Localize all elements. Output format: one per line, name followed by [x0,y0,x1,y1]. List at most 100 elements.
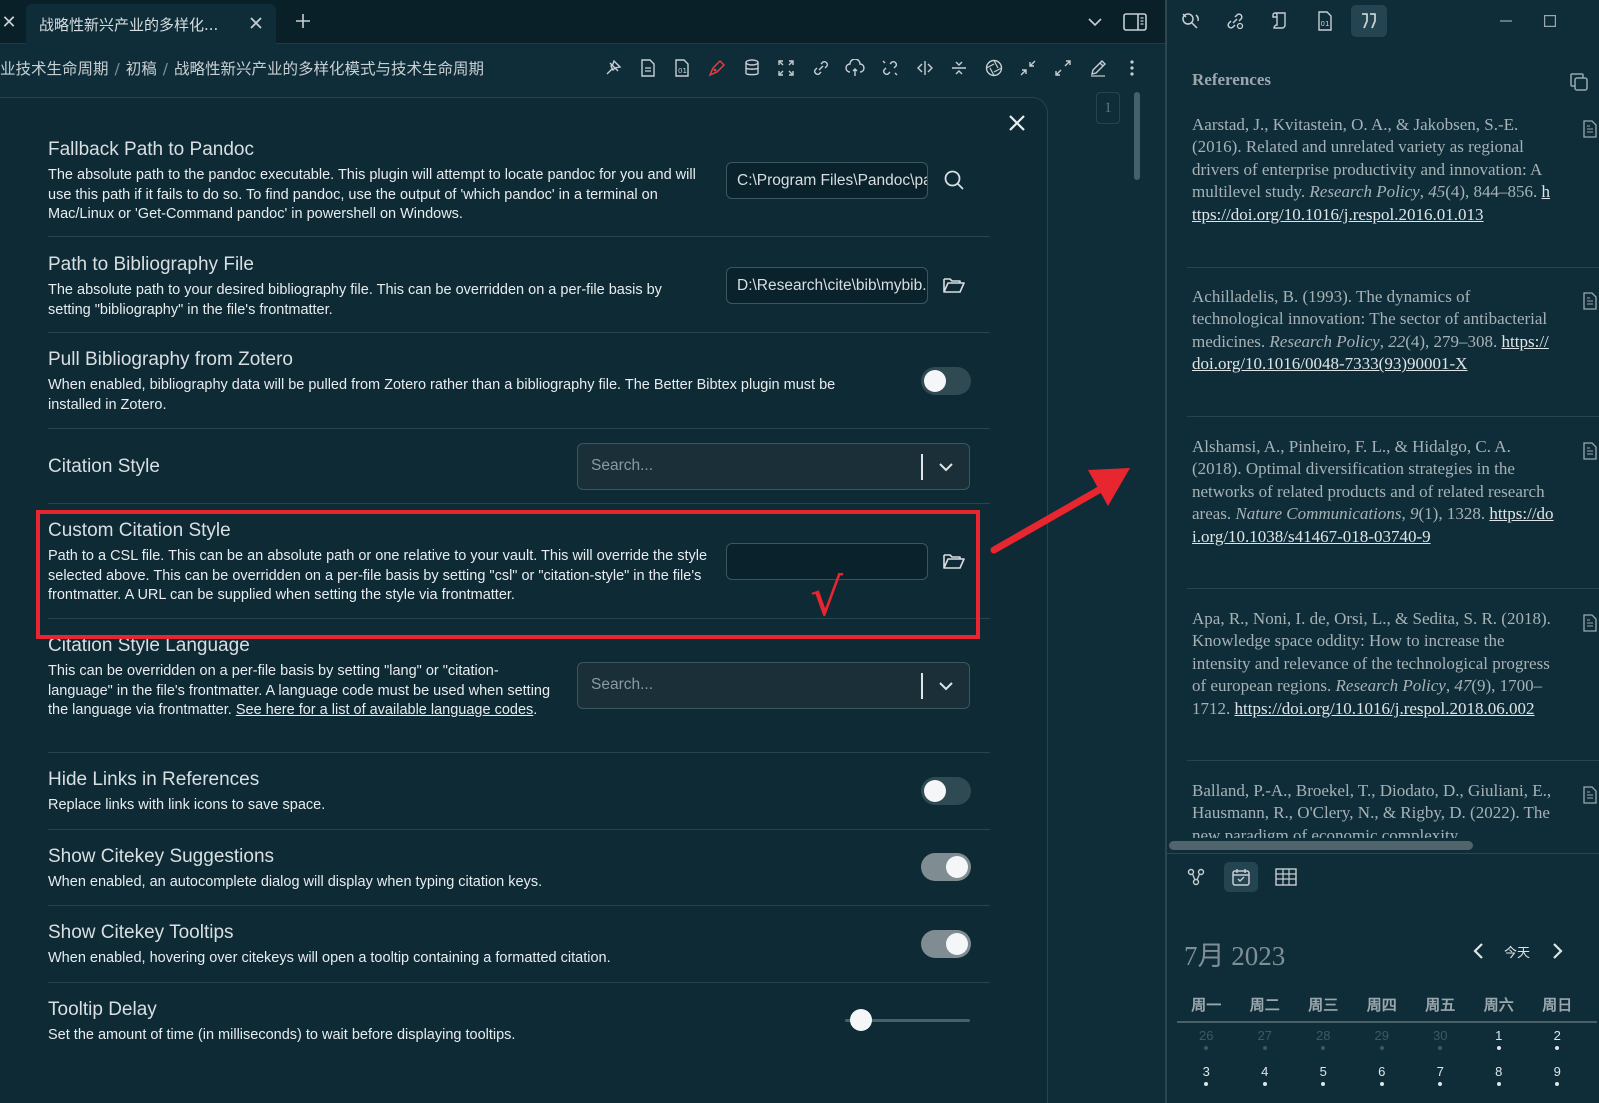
minimize-icon[interactable] [1495,10,1517,32]
reference-entry[interactable]: Apa, R., Noni, I. de, Orsi, L., & Sedita… [1187,608,1599,761]
file-text-icon[interactable] [1580,784,1599,806]
fullscreen-icon[interactable] [769,55,804,81]
tooltips-toggle[interactable] [921,930,971,958]
file-text-icon[interactable] [1580,118,1599,140]
file-text-icon[interactable] [1580,612,1599,634]
calendar-day[interactable]: 3 [1177,1064,1236,1086]
document-icon[interactable] [631,55,666,81]
collapse-icon[interactable] [1011,55,1046,81]
file-text-icon[interactable] [1580,290,1599,312]
cloud-sync-icon[interactable] [838,55,873,81]
weekday-label: 周五 [1425,996,1456,1014]
close-tab-icon[interactable] [246,13,266,33]
calendar-icon[interactable] [1224,862,1258,892]
breadcrumb-item[interactable]: 战略性新兴产业的多样化模式与技术生命周期 [174,60,484,78]
doi-link[interactable]: https://doi.org/10.1016/j.respol.2018.06… [1235,699,1535,718]
close-icon[interactable]: ✕ [0,10,18,34]
export-icon[interactable]: 01 [665,55,700,81]
calendar-day-dot [1321,1046,1326,1050]
calendar-day-number: 7 [1436,1064,1444,1079]
language-codes-link[interactable]: See here for a list of available languag… [236,702,533,718]
calendar-day-number: 9 [1553,1064,1561,1079]
reference-text: Aarstad, J., Kvitastein, O. A., & Jakobs… [1192,115,1551,224]
breadcrumb-item[interactable]: 业技术生命周期 [0,60,109,78]
link-search-icon[interactable] [1217,5,1253,37]
scroll-icon[interactable] [1262,5,1298,37]
sidebar-toggle-icon[interactable] [1122,9,1148,35]
folder-open-icon[interactable] [941,272,967,298]
pandoc-path-input[interactable]: C:\Program Files\Pandoc\pandoc.exe [726,162,928,199]
bibliography-path-input[interactable]: D:\Research\cite\bib\mybib.bib [726,267,928,304]
weekday-label: 周六 [1483,996,1514,1014]
select-placeholder: Search... [591,676,654,693]
quote-icon[interactable] [1351,5,1387,37]
weekday-label: 周四 [1366,996,1397,1014]
setting-name: Fallback Path to Pandoc [48,139,254,160]
calendar-day[interactable]: 8 [1470,1064,1529,1086]
chevron-down-icon[interactable] [935,456,957,478]
calendar-day[interactable]: 7 [1411,1064,1470,1086]
calendar-day[interactable]: 6 [1353,1064,1412,1086]
calendar-day[interactable]: 29 [1353,1028,1412,1050]
pin-icon[interactable] [596,55,631,81]
breadcrumb-item[interactable]: 初稿 [126,60,157,78]
calendar-day-dot [1555,1082,1560,1086]
search-icon[interactable] [941,167,967,193]
calendar-day-dot [1262,1046,1267,1050]
breadcrumb: 业技术生命周期 / 初稿 / 战略性新兴产业的多样化模式与技术生命周期 [0,57,484,79]
file-binary-icon[interactable]: 01 [1307,5,1343,37]
chevron-down-icon[interactable] [935,675,957,697]
citation-style-select[interactable]: Search... [577,443,970,490]
calendar-day[interactable]: 4 [1236,1064,1295,1086]
expand-icon[interactable] [1046,55,1081,81]
hide-links-toggle[interactable] [921,777,971,805]
close-modal-icon[interactable] [1004,110,1030,136]
link-icon[interactable] [804,55,839,81]
references-scrollbar[interactable] [1169,841,1473,850]
chevron-down-icon[interactable] [1083,10,1107,34]
chevron-left-icon[interactable] [1467,940,1489,962]
editor-scrollbar[interactable] [1134,92,1140,180]
calendar-day[interactable]: 2 [1528,1028,1587,1050]
database-icon[interactable] [734,55,769,81]
more-vertical-icon[interactable] [1115,55,1150,81]
reference-entry[interactable]: Aarstad, J., Kvitastein, O. A., & Jakobs… [1187,114,1599,268]
reference-entry[interactable]: Balland, P.-A., Broekel, T., Diodato, D.… [1187,780,1599,838]
maximize-icon[interactable] [1539,10,1561,32]
new-tab-icon[interactable] [290,8,316,34]
slider-handle[interactable] [850,1009,873,1031]
toggle-knob [924,780,946,802]
tab-active[interactable]: 战略性新兴产业的多样化... [26,4,276,44]
chevron-right-icon[interactable] [1547,940,1569,962]
copy-icon[interactable] [1567,70,1591,94]
calendar-day-dot [1496,1082,1501,1086]
setting-name: Show Citekey Suggestions [48,846,275,867]
reference-entry[interactable]: Achilladelis, B. (1993). The dynamics of… [1187,286,1599,417]
graph-icon[interactable] [1179,862,1213,892]
reference-entry[interactable]: Alshamsi, A., Pinheiro, F. L., & Hidalgo… [1187,436,1599,589]
citation-language-select[interactable]: Search... [577,662,970,709]
file-text-icon[interactable] [1580,440,1599,462]
svg-text:01: 01 [678,67,687,75]
aperture-icon[interactable] [977,55,1012,81]
tab-title: 战略性新兴产业的多样化... [39,16,219,34]
code-split-icon[interactable] [907,55,942,81]
calendar-day[interactable]: 9 [1528,1064,1587,1086]
calendar-day-number: 30 [1433,1028,1448,1043]
calendar-day[interactable]: 26 [1177,1028,1236,1050]
cited-search-icon[interactable] [1172,5,1208,37]
calendar-day[interactable]: 1 [1470,1028,1529,1050]
zotero-toggle[interactable] [921,367,971,395]
calendar-day[interactable]: 27 [1236,1028,1295,1050]
calendar-day[interactable]: 28 [1294,1028,1353,1050]
calendar-day[interactable]: 30 [1411,1028,1470,1050]
unlink-icon[interactable] [873,55,908,81]
fold-icon[interactable] [942,55,977,81]
calendar-day-dot [1204,1046,1209,1050]
edit-icon[interactable] [1080,55,1115,81]
table-icon[interactable] [1269,862,1303,892]
pen-icon[interactable] [700,55,735,81]
calendar-day[interactable]: 5 [1294,1064,1353,1086]
suggestions-toggle[interactable] [921,853,971,881]
calendar-today-button[interactable]: 今天 [1504,942,1530,961]
